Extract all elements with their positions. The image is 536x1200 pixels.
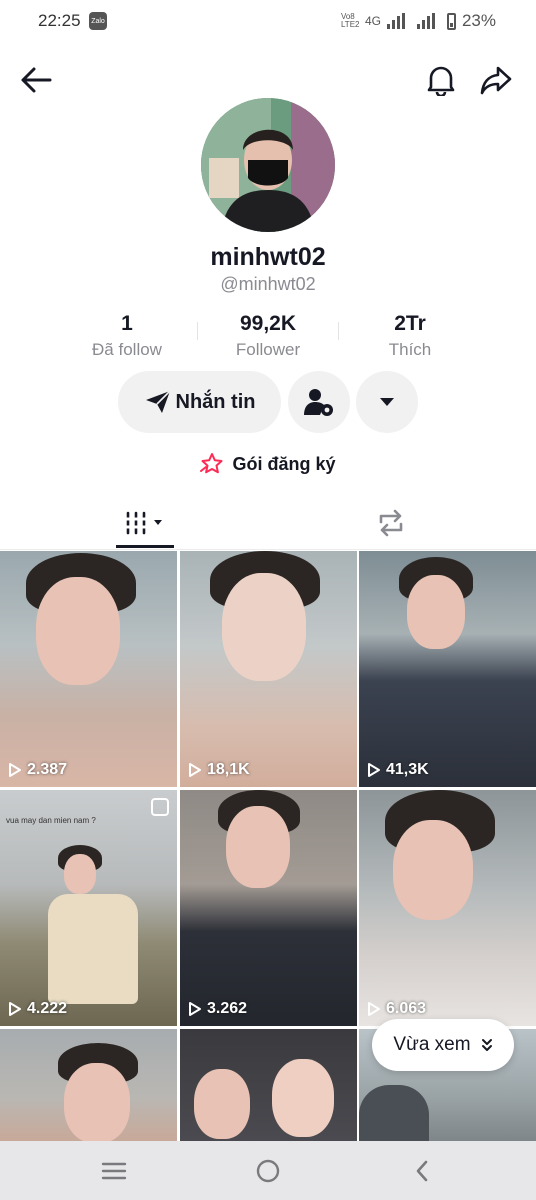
profile-handle: @minhwt02 [220,274,316,294]
stat-followers-value: 99,2K [239,312,297,335]
tab-videos[interactable] [116,496,174,550]
play-icon [368,763,380,777]
thumbnail-face [393,820,473,920]
tab-reposts[interactable] [362,496,420,550]
notification-bell-button[interactable] [423,62,459,98]
profile-avatar[interactable] [201,98,335,232]
signal-icon [386,13,405,29]
back-button[interactable] [18,62,54,98]
send-icon [145,390,171,413]
stat-following-label: Đã follow [92,340,162,359]
video-thumbnail[interactable]: 41,3K [359,551,536,787]
message-button[interactable]: Nhắn tin [118,371,281,433]
recently-viewed-button[interactable]: Vừa xem [372,1019,514,1071]
stat-following[interactable]: 1 Đã follow [62,312,192,360]
home-circle-icon [256,1159,280,1182]
bell-icon [427,66,455,96]
thumbnail-shirt [48,894,138,1004]
view-count: 4.222 [8,1000,67,1018]
more-options-dropdown-button[interactable] [356,371,418,433]
caret-down-icon [380,398,394,406]
view-count: 41,3K [367,761,429,779]
stat-likes[interactable]: 2Tr Thích [345,312,475,360]
repost-icon [379,509,403,537]
share-button[interactable] [478,62,514,98]
multi-photo-icon [151,798,169,816]
thumbnail-face [64,1063,130,1141]
profile-display-name: minhwt02 [210,243,326,271]
view-count: 3.262 [188,1000,247,1018]
stat-likes-label: Thích [388,340,432,359]
view-count-value: 3.262 [207,1000,248,1017]
video-caption: vua may dan mien nam ? [6,816,96,825]
stat-following-value: 1 [121,312,133,335]
view-count: 18,1K [188,761,250,779]
video-thumbnail[interactable] [0,1029,177,1141]
view-count: 2.387 [8,761,67,779]
play-icon [9,1002,21,1016]
battery-icon [446,12,456,30]
thumbnail-face [272,1059,334,1137]
view-count-value: 18,1K [207,761,250,778]
back-arrow-icon [21,67,52,93]
active-tab-indicator [116,545,174,548]
thumbnail-face [64,854,96,894]
grid-videos-icon [124,511,162,535]
video-thumbnail[interactable] [180,1029,357,1141]
video-thumbnail[interactable]: 2.387 [0,551,177,787]
add-friend-settings-button[interactable] [288,371,350,433]
subscription-label: Gói đăng ký [232,453,336,474]
thumbnail-face [194,1069,250,1139]
status-time: 22:25 [38,11,81,30]
view-count-value: 4.222 [27,1000,68,1017]
thumbnail-face [222,573,306,681]
play-icon [368,1002,380,1016]
play-icon [189,763,201,777]
stat-followers[interactable]: 99,2K Follower [203,312,333,360]
network-label: Vo8 LTE2 [340,12,360,29]
signal-icon-2 [416,13,435,29]
stat-likes-value: 2Tr [394,312,426,335]
zalo-icon-label: Zalo [91,17,105,25]
battery-percent: 23% [461,11,496,30]
status-bar: 22:25 Zalo Vo8 LTE2 4G 23% [0,0,536,44]
chevron-left-icon [416,1160,428,1181]
system-nav-bar [0,1141,536,1200]
user-settings-icon [304,389,333,416]
network-type: 4G [364,14,381,28]
zalo-notification-icon: Zalo [89,12,107,30]
subscription-star-icon [200,453,223,474]
play-icon [189,1002,201,1016]
stat-followers-label: Follower [235,340,301,359]
status-indicators: Vo8 LTE2 4G 23% [341,11,496,31]
share-arrow-icon [480,66,512,95]
video-thumbnail[interactable]: 6.063 [359,790,536,1026]
view-count-value: 41,3K [386,761,429,778]
recent-apps-button[interactable] [84,1141,144,1200]
thumbnail-face [226,806,290,888]
thumbnail-face [36,577,120,685]
double-chevron-down-icon [481,1039,492,1051]
view-count-value: 2.387 [27,761,68,778]
home-button[interactable] [238,1141,298,1200]
thumbnail-figure [359,1085,429,1141]
play-icon [9,763,21,777]
view-count: 6.063 [367,1000,426,1018]
avatar-photo [201,98,335,232]
view-count-value: 6.063 [386,1000,427,1017]
video-thumbnail[interactable]: 18,1K [180,551,357,787]
thumbnail-face [407,575,465,649]
video-thumbnail[interactable]: vua may dan mien nam ? 4.222 [0,790,177,1026]
back-nav-button[interactable] [392,1141,452,1200]
stat-divider [338,322,339,340]
stat-divider [197,322,198,340]
video-thumbnail[interactable]: 3.262 [180,790,357,1026]
recently-viewed-label: Vừa xem [393,1034,471,1055]
profile-tabs [0,496,536,550]
subscription-link[interactable]: Gói đăng ký [0,452,536,476]
message-button-label: Nhắn tin [175,390,256,413]
menu-lines-icon [101,1162,127,1179]
